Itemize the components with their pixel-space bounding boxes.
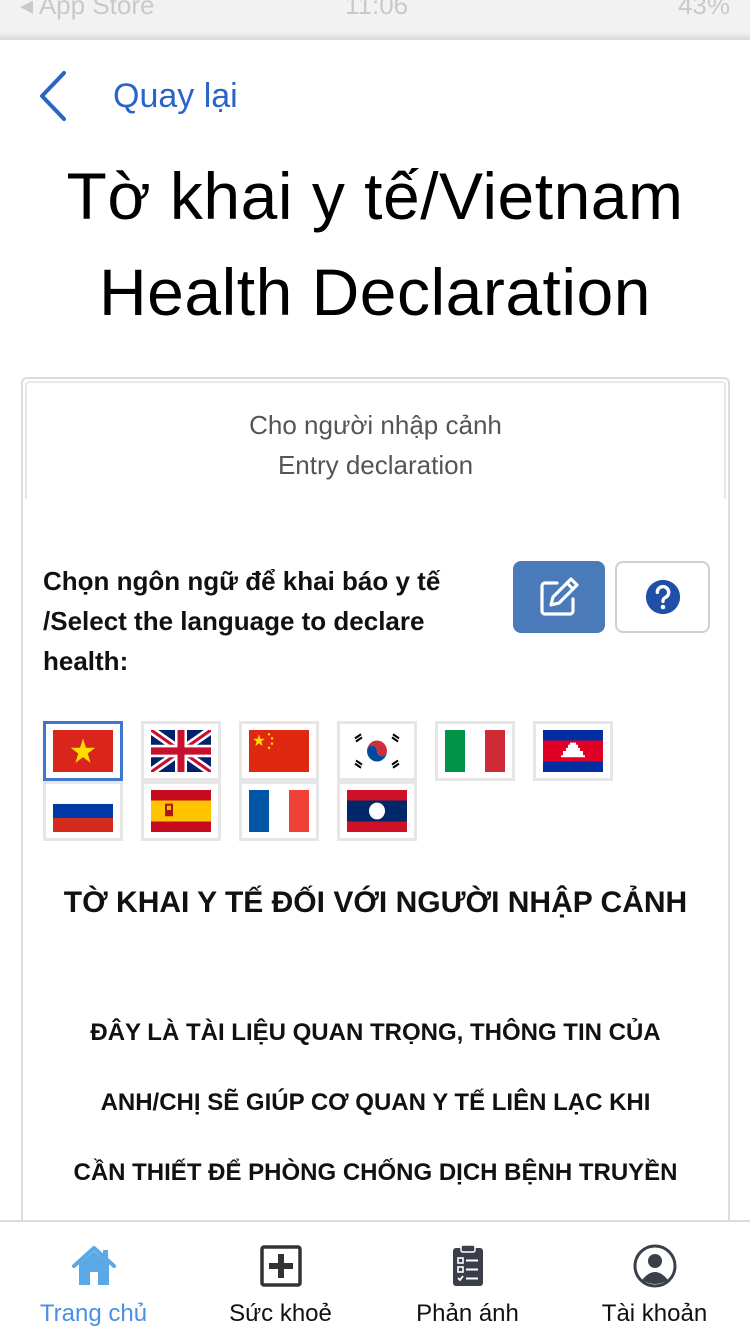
flag-cambodia[interactable] xyxy=(533,721,613,781)
tab-home[interactable]: Trang chủ xyxy=(0,1222,187,1334)
question-circle-icon xyxy=(645,579,680,615)
flag-south-korea[interactable] xyxy=(337,721,417,781)
france-flag-icon xyxy=(249,790,309,832)
status-battery: 43% xyxy=(677,0,730,20)
declaration-title: TỜ KHAI Y TẾ ĐỐI VỚI NGƯỜI NHẬP CẢNH xyxy=(63,886,688,919)
home-icon xyxy=(71,1246,116,1285)
account-icon xyxy=(633,1244,676,1288)
status-bar: ◂ App Store 11:06 43% xyxy=(0,0,750,40)
tab-entry-declaration-line-2: Entry declaration xyxy=(277,450,474,480)
flag-vietnam[interactable] xyxy=(43,721,123,781)
tab-home-label: Trang chủ xyxy=(39,1300,148,1327)
language-select-label: Chọn ngôn ngữ để khai báo y tế /Select t… xyxy=(43,566,441,676)
china-flag-icon xyxy=(249,730,309,772)
flag-italy[interactable] xyxy=(435,721,515,781)
tab-feedback[interactable]: Phản ánh xyxy=(374,1222,561,1334)
italy-flag-icon xyxy=(445,730,505,772)
tab-entry-declaration-line-1: Cho người nhập cảnh xyxy=(249,410,502,440)
back-label: Quay lại xyxy=(113,76,238,115)
tab-feedback-label: Phản ánh xyxy=(416,1300,519,1327)
laos-flag-icon xyxy=(347,790,407,832)
clipboard-icon xyxy=(452,1244,483,1286)
tab-health-label: Sức khoẻ xyxy=(229,1300,332,1327)
status-back-to-app-store[interactable]: ◂ App Store xyxy=(20,0,154,21)
declaration-card: Cho người nhập cảnh Entry declaration Ch… xyxy=(21,377,730,1237)
status-bar-shadow xyxy=(0,32,750,40)
chevron-left-icon xyxy=(40,71,66,121)
flag-china[interactable] xyxy=(239,721,319,781)
page-title: Tờ khai y tế/Vietnam Health Declaration xyxy=(0,148,750,340)
tab-account[interactable]: Tài khoản xyxy=(561,1222,748,1334)
flag-laos[interactable] xyxy=(337,781,417,841)
edit-icon xyxy=(540,577,579,616)
flag-russia[interactable] xyxy=(43,781,123,841)
declaration-line-3: CẦN THIẾT ĐỂ PHÒNG CHỐNG DỊCH BỆNH TRUYỀ… xyxy=(73,1159,678,1186)
flag-spain[interactable] xyxy=(141,781,221,841)
declaration-line-1: ĐÂY LÀ TÀI LIỆU QUAN TRỌNG, THÔNG TIN CỦ… xyxy=(90,1019,661,1046)
tab-entry-declaration[interactable]: Cho người nhập cảnh Entry declaration xyxy=(25,381,726,499)
help-button[interactable] xyxy=(615,561,710,633)
declaration-line-2: ANH/CHỊ SẼ GIÚP CƠ QUAN Y TẾ LIÊN LẠC KH… xyxy=(100,1089,651,1116)
page-title-line-1: Tờ khai y tế/Vietnam xyxy=(66,159,684,233)
united-kingdom-flag-icon xyxy=(151,730,211,772)
flag-united-kingdom[interactable] xyxy=(141,721,221,781)
status-time: 11:06 xyxy=(345,0,409,20)
vietnam-flag-icon xyxy=(53,730,113,772)
flag-france[interactable] xyxy=(239,781,319,841)
edit-button[interactable] xyxy=(513,561,605,633)
page-title-line-2: Health Declaration xyxy=(99,255,651,329)
spain-flag-icon xyxy=(151,790,211,832)
cambodia-flag-icon xyxy=(543,730,603,772)
south-korea-flag-icon xyxy=(347,730,407,772)
medical-cross-icon xyxy=(259,1245,302,1287)
tab-health[interactable]: Sức khoẻ xyxy=(187,1222,374,1334)
tab-account-label: Tài khoản xyxy=(601,1300,708,1327)
bottom-tab-bar: Trang chủ Sức khoẻ Phản ánh Tài khoản xyxy=(0,1220,750,1334)
russia-flag-icon xyxy=(53,790,113,832)
back-button[interactable]: Quay lại xyxy=(38,68,238,124)
